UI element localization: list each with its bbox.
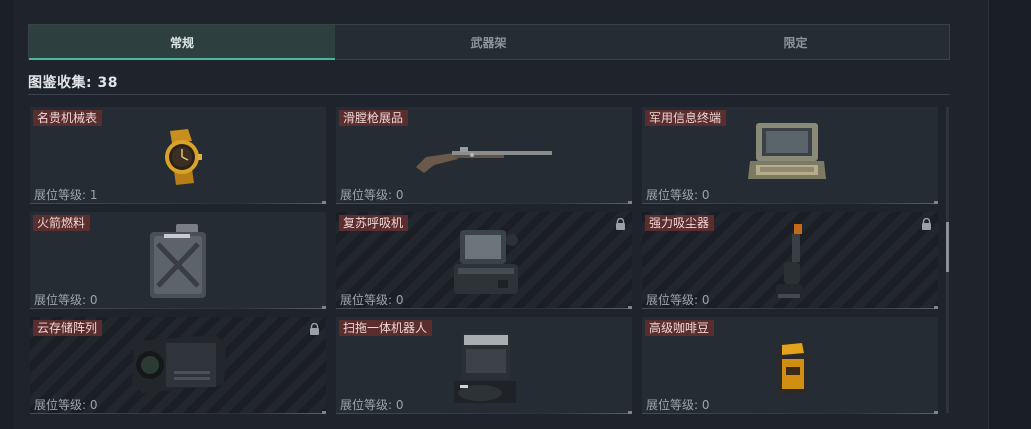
- gold-watch-icon: [165, 129, 202, 185]
- right-edge-panel: [988, 0, 1031, 429]
- booth-level: 展位等级: 0: [34, 398, 98, 412]
- booth-level: 展位等级: 0: [646, 398, 710, 412]
- booth-level: 展位等级: 0: [340, 293, 404, 307]
- card-bottom-line: [30, 201, 326, 204]
- item-card-robot-vacuum[interactable]: 扫拖一体机器人 展位等级: 0: [336, 317, 632, 414]
- item-name: 滑膛枪展品: [339, 110, 409, 126]
- storage-array-icon: [132, 335, 226, 393]
- item-name: 名贵机械表: [33, 110, 103, 126]
- item-card-ventilator[interactable]: 复苏呼吸机 展位等级: 0: [336, 212, 632, 309]
- booth-level: 展位等级: 0: [646, 293, 710, 307]
- item-name: 强力吸尘器: [645, 215, 715, 231]
- musket-icon: [416, 147, 552, 173]
- card-bottom-line: [642, 201, 938, 204]
- booth-level: 展位等级: 0: [646, 188, 710, 202]
- booth-level: 展位等级: 0: [34, 293, 98, 307]
- tab-weapon-rack[interactable]: 武器架: [335, 25, 642, 59]
- item-card-cloud-storage-array[interactable]: 云存储阵列 展位等级: 0: [30, 317, 326, 414]
- item-card-military-terminal[interactable]: 军用信息终端 展位等级: 0: [642, 107, 938, 204]
- collection-grid: 名贵机械表 展位等级: 1 滑膛枪展品 展位等级: 0 军用信息终端 展位等级:…: [30, 107, 940, 414]
- item-name: 复苏呼吸机: [339, 215, 409, 231]
- item-name: 军用信息终端: [645, 110, 727, 126]
- item-card-vacuum-cleaner[interactable]: 强力吸尘器 展位等级: 0: [642, 212, 938, 309]
- vacuum-cleaner-icon: [776, 224, 802, 298]
- lock-icon: [922, 218, 931, 230]
- collection-count: 图鉴收集: 38: [28, 75, 118, 91]
- tab-regular[interactable]: 常规: [29, 25, 335, 60]
- item-name: 火箭燃料: [33, 215, 91, 231]
- category-tabs: 常规 武器架 限定: [28, 24, 950, 60]
- card-bottom-line: [336, 411, 632, 414]
- item-card-rocket-fuel[interactable]: 火箭燃料 展位等级: 0: [30, 212, 326, 309]
- robot-vacuum-dock-icon: [454, 333, 516, 403]
- military-terminal-icon: [748, 123, 826, 179]
- left-edge-panel: [0, 0, 14, 429]
- card-bottom-line: [336, 306, 632, 309]
- card-bottom-line: [30, 411, 326, 414]
- booth-level: 展位等级: 0: [340, 398, 404, 412]
- item-card-coffee-beans[interactable]: 高级咖啡豆 展位等级: 0: [642, 317, 938, 414]
- booth-level: 展位等级: 0: [340, 188, 404, 202]
- coffee-bag-icon: [776, 341, 808, 395]
- card-bottom-line: [642, 306, 938, 309]
- tab-limited[interactable]: 限定: [642, 25, 949, 59]
- item-name: 扫拖一体机器人: [339, 320, 433, 336]
- booth-level: 展位等级: 1: [34, 188, 98, 202]
- card-bottom-line: [30, 306, 326, 309]
- card-bottom-line: [336, 201, 632, 204]
- ventilator-icon: [454, 230, 518, 294]
- item-card-luxury-watch[interactable]: 名贵机械表 展位等级: 1: [30, 107, 326, 204]
- lock-icon: [616, 218, 625, 230]
- scrollbar-thumb[interactable]: [946, 222, 949, 272]
- fuel-can-icon: [150, 224, 206, 298]
- card-bottom-line: [642, 411, 938, 414]
- item-name: 云存储阵列: [33, 320, 103, 336]
- lock-icon: [310, 323, 319, 335]
- header-divider: [28, 94, 950, 95]
- item-card-musket[interactable]: 滑膛枪展品 展位等级: 0: [336, 107, 632, 204]
- item-name: 高级咖啡豆: [645, 320, 715, 336]
